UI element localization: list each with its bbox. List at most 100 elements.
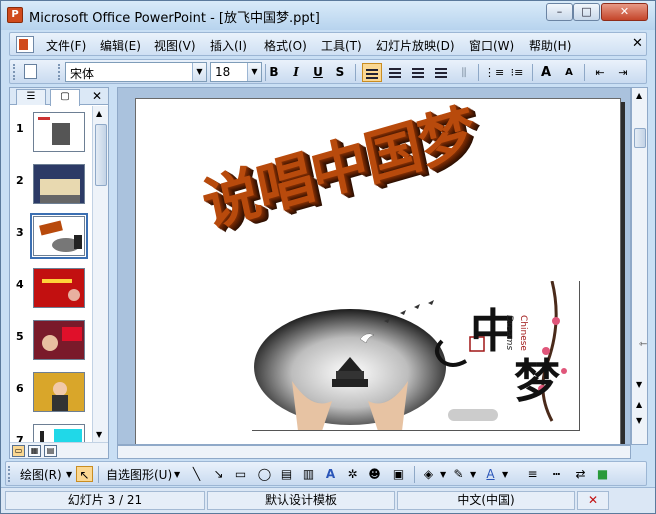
spelling-status-icon[interactable]: ✕ [577,491,609,510]
document-icon[interactable] [16,36,34,53]
tab-outline[interactable]: ☰ [16,89,46,105]
slide-number: 7 [16,434,24,442]
scroll-down-icon[interactable]: ▼ [636,380,642,389]
toolbar-grip[interactable] [8,466,11,482]
decrease-indent-button[interactable]: ⇤ [590,63,610,82]
scroll-thumb[interactable] [95,124,107,186]
list-item[interactable]: 5 [10,314,92,364]
line-tool-button[interactable]: ╲ [188,466,205,482]
slide-sorter-view-icon[interactable]: ▦ [28,445,41,457]
next-slide-icon[interactable]: ▼ [636,416,642,425]
italic-button[interactable]: I [286,63,306,82]
normal-view-icon[interactable]: ▭ [12,445,25,457]
menu-view[interactable]: 视图(V) [154,37,196,54]
chevron-down-icon[interactable]: ▼ [66,470,72,479]
wordart-button[interactable]: A [322,466,339,482]
menu-window[interactable]: 窗口(W) [469,37,514,54]
line-style-icon[interactable]: ≡ [524,466,541,482]
slide-thumbnail[interactable] [33,268,85,308]
picture-button[interactable]: ▣ [390,466,407,482]
list-item[interactable]: 4 [10,262,92,312]
slideshow-view-icon[interactable]: ▤ [44,445,57,457]
list-item[interactable]: 1 [10,106,92,156]
chevron-down-icon[interactable]: ▼ [470,470,476,479]
underline-button[interactable]: U [308,63,328,82]
distributed-button[interactable]: ⫼ [454,63,474,82]
scroll-thumb[interactable] [634,128,646,148]
shadow-style-icon[interactable]: ■ [594,466,611,482]
dash-style-icon[interactable]: ┅ [548,466,565,482]
align-right-button[interactable] [408,63,428,82]
bullet-list-button[interactable]: ⁝≡ [507,63,527,82]
slide-thumbnail[interactable] [33,424,85,442]
menu-tools[interactable]: 工具(T) [321,37,362,54]
grow-font-button[interactable]: A [536,63,556,82]
list-item[interactable]: 2 [10,158,92,208]
toolbar-grip[interactable] [13,64,16,80]
vertical-textbox-button[interactable]: ▥ [300,466,317,482]
pane-close-icon[interactable]: ✕ [92,89,102,103]
current-slide[interactable]: 说唱中国梦 中 梦 Dreams Chinese [135,97,621,444]
slide-vertical-scrollbar[interactable]: ▲ ▼ ▲ ▼ [631,87,648,445]
minimize-button[interactable]: – [546,3,573,21]
chevron-down-icon[interactable]: ▼ [174,470,180,479]
arrow-tool-button[interactable]: ↘ [210,466,227,482]
document-close-icon[interactable]: ✕ [632,36,643,51]
scroll-up-icon[interactable]: ▲ [636,91,642,100]
menu-help[interactable]: 帮助(H) [529,37,571,54]
chevron-down-icon[interactable]: ▼ [247,63,261,81]
scroll-up-icon[interactable]: ▲ [96,109,102,118]
chevron-down-icon[interactable]: ▼ [502,470,508,479]
fill-color-icon[interactable]: ◈ [420,466,437,482]
list-item[interactable]: 3 [10,210,92,260]
font-color-icon[interactable]: A [482,466,499,482]
slide-thumbnail[interactable] [33,372,85,412]
slide-horizontal-scrollbar[interactable] [117,445,631,459]
autoshapes-button[interactable]: 自选图形(U) [106,466,172,483]
select-objects-button[interactable]: ↖ [76,466,93,482]
slide-title-wordart[interactable]: 说唱中国梦 [194,88,481,243]
menu-slideshow[interactable]: 幻灯片放映(D) [376,37,455,54]
align-left-button[interactable] [362,63,382,82]
previous-slide-icon[interactable]: ▲ [636,400,642,409]
shadow-button[interactable]: S [330,63,350,82]
draw-menu-button[interactable]: 绘图(R) [20,466,62,483]
oval-tool-button[interactable]: ◯ [256,466,273,482]
shrink-font-button[interactable]: A [559,63,579,82]
chevron-down-icon[interactable]: ▼ [192,63,206,81]
toolbar-grip[interactable] [58,64,61,80]
scroll-down-icon[interactable]: ▼ [96,430,102,439]
menu-edit[interactable]: 编辑(E) [100,37,141,54]
font-size-combo[interactable]: 18 ▼ [210,62,262,82]
list-item[interactable]: 7 [10,418,92,442]
maximize-button[interactable]: □ [573,3,600,21]
numbered-list-button[interactable]: ⋮≡ [484,63,504,82]
slide-thumbnail[interactable] [33,320,85,360]
rectangle-tool-button[interactable]: ▭ [232,466,249,482]
diagram-button[interactable]: ✲ [344,466,361,482]
bold-button[interactable]: B [264,63,284,82]
powerpoint-app-icon[interactable]: P [7,7,23,23]
list-item[interactable]: 6 [10,366,92,416]
pane-vertical-scrollbar[interactable]: ▲ ▼ [92,106,108,442]
line-color-icon[interactable]: ✎ [450,466,467,482]
new-document-icon[interactable] [24,64,37,79]
slide-thumbnail[interactable] [33,164,85,204]
textbox-tool-button[interactable]: ▤ [278,466,295,482]
menu-insert[interactable]: 插入(I) [210,37,247,54]
tab-slides[interactable]: ▢ [50,89,80,106]
justify-button[interactable] [431,63,451,82]
chevron-down-icon[interactable]: ▼ [440,470,446,479]
menu-format[interactable]: 格式(O) [264,37,307,54]
chinese-dream-picture[interactable]: 中 梦 Dreams Chinese [252,281,580,431]
clipart-button[interactable]: ☻ [366,466,383,482]
design-template-name: 默认设计模板 [207,491,395,510]
menu-file[interactable]: 文件(F) [46,37,86,54]
slide-thumbnail-selected[interactable] [30,213,88,259]
slide-thumbnail[interactable] [33,112,85,152]
align-center-button[interactable] [385,63,405,82]
increase-indent-button[interactable]: ⇥ [613,63,633,82]
font-name-combo[interactable]: 宋体 ▼ [65,62,207,82]
close-button[interactable]: ✕ [601,3,648,21]
arrow-style-icon[interactable]: ⇄ [572,466,589,482]
